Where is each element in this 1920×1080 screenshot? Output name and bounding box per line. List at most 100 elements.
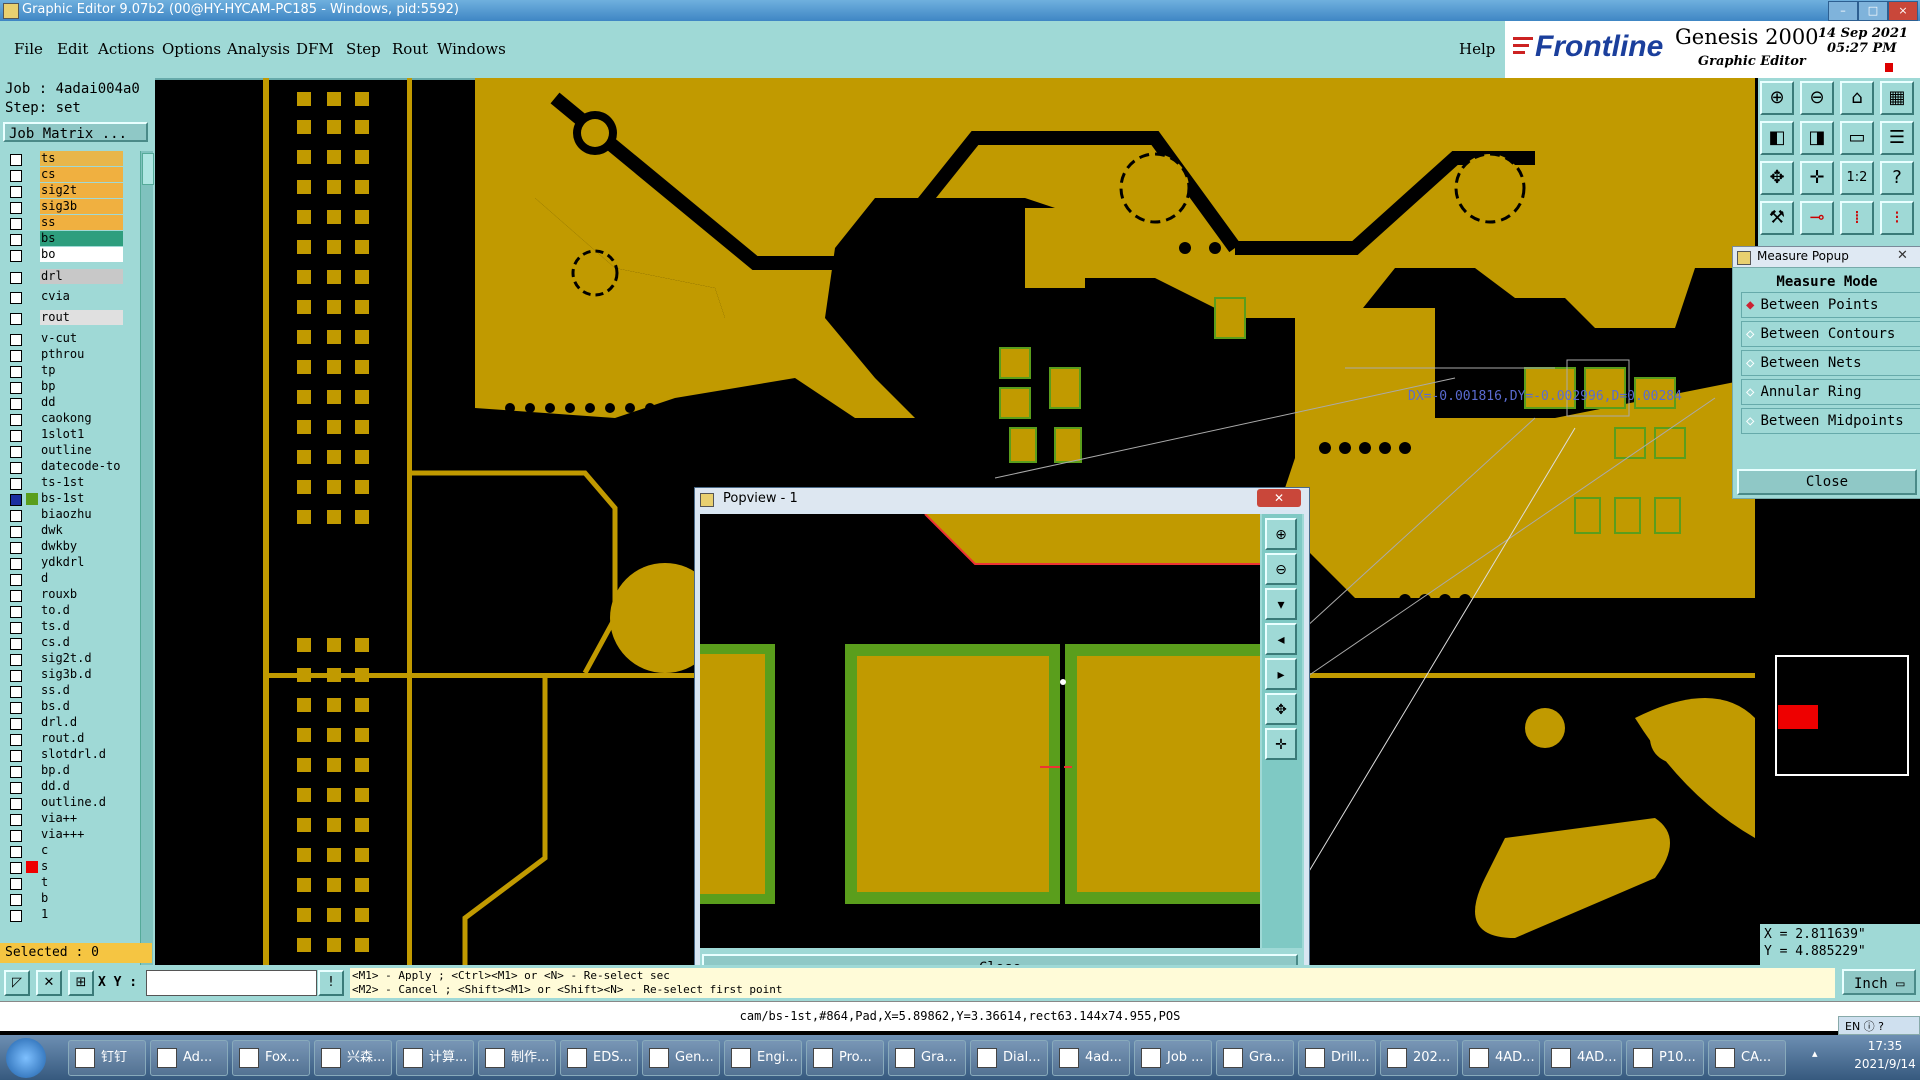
- layer-checkbox[interactable]: [10, 606, 22, 618]
- mode-annular-ring[interactable]: ◇ Annular Ring: [1741, 379, 1920, 405]
- layer-checkbox[interactable]: [10, 398, 22, 410]
- layer-checkbox[interactable]: [10, 846, 22, 858]
- layer-checkbox[interactable]: [10, 250, 22, 262]
- minimap-viewport[interactable]: [1778, 705, 1818, 729]
- layout-icon[interactable]: ☰: [1880, 121, 1914, 155]
- layer-row[interactable]: bs: [0, 231, 125, 247]
- taskbar-app[interactable]: Engi...: [724, 1040, 802, 1076]
- select-mode-icon[interactable]: ◸: [4, 970, 30, 996]
- layer-row[interactable]: rout: [0, 310, 125, 326]
- layer-row[interactable]: tp: [0, 363, 125, 379]
- layer-checkbox[interactable]: [10, 686, 22, 698]
- layer-checkbox[interactable]: [10, 558, 22, 570]
- layer-checkbox[interactable]: [10, 292, 22, 304]
- layer-checkbox[interactable]: [10, 782, 22, 794]
- layer-checkbox[interactable]: [10, 510, 22, 522]
- taskbar-app[interactable]: 兴森...: [314, 1040, 392, 1076]
- popview-pan-right-icon[interactable]: ▸: [1265, 658, 1297, 690]
- layer-checkbox[interactable]: [10, 462, 22, 474]
- layer-checkbox[interactable]: [10, 154, 22, 166]
- layer-row[interactable]: dwk: [0, 523, 125, 539]
- pan-left-icon[interactable]: ◧: [1760, 121, 1794, 155]
- layer-checkbox[interactable]: [10, 430, 22, 442]
- layer-checkbox[interactable]: [10, 478, 22, 490]
- layer-checkbox[interactable]: [10, 622, 22, 634]
- taskbar-app[interactable]: 4ad...: [1052, 1040, 1130, 1076]
- layer-row[interactable]: via+++: [0, 827, 125, 843]
- layer-row[interactable]: ts-1st: [0, 475, 125, 491]
- info-icon[interactable]: !: [318, 970, 344, 996]
- popview-zoom-out-icon[interactable]: ⊖: [1265, 553, 1297, 585]
- measure-close-button[interactable]: Close: [1737, 469, 1917, 495]
- fit-icon[interactable]: ✥: [1760, 161, 1794, 195]
- layer-row[interactable]: v-cut: [0, 331, 125, 347]
- tools-icon[interactable]: ⚒: [1760, 201, 1794, 235]
- taskbar-app[interactable]: Ad...: [150, 1040, 228, 1076]
- layer-checkbox[interactable]: [10, 670, 22, 682]
- layer-row[interactable]: ts: [0, 151, 125, 167]
- layer-checkbox[interactable]: [10, 830, 22, 842]
- layer-list-scrollbar[interactable]: [140, 151, 154, 1015]
- help-icon[interactable]: ?: [1880, 161, 1914, 195]
- layer-row[interactable]: bs-1st: [0, 491, 125, 507]
- layer-row[interactable]: sig2t.d: [0, 651, 125, 667]
- taskbar-app[interactable]: Gra...: [1216, 1040, 1294, 1076]
- cross-mode-icon[interactable]: ✕: [36, 970, 62, 996]
- taskbar-app[interactable]: Gra...: [888, 1040, 966, 1076]
- layer-checkbox[interactable]: [10, 814, 22, 826]
- layer-checkbox[interactable]: [10, 526, 22, 538]
- layer-row[interactable]: bp.d: [0, 763, 125, 779]
- menu-rout[interactable]: Rout: [392, 40, 428, 58]
- layer-checkbox[interactable]: [10, 878, 22, 890]
- menu-step[interactable]: Step: [346, 40, 381, 58]
- layer-row[interactable]: to.d: [0, 603, 125, 619]
- layer-checkbox[interactable]: [10, 654, 22, 666]
- layer-row[interactable]: rouxb: [0, 587, 125, 603]
- layer-row[interactable]: biaozhu: [0, 507, 125, 523]
- layer-checkbox[interactable]: [10, 750, 22, 762]
- minimize-button[interactable]: –: [1828, 1, 1858, 21]
- close-window-button[interactable]: ×: [1888, 1, 1918, 21]
- menu-help[interactable]: Help: [1459, 40, 1495, 58]
- mode-between-midpoints[interactable]: ◇ Between Midpoints: [1741, 408, 1920, 434]
- layer-row[interactable]: pthrou: [0, 347, 125, 363]
- menu-dfm[interactable]: DFM: [296, 40, 334, 58]
- taskbar-app[interactable]: Gen...: [642, 1040, 720, 1076]
- menu-file[interactable]: File: [14, 40, 43, 58]
- taskbar-app[interactable]: 202...: [1380, 1040, 1458, 1076]
- layer-checkbox[interactable]: [10, 202, 22, 214]
- job-matrix-button[interactable]: Job Matrix ...: [3, 122, 148, 142]
- measure-icon[interactable]: ⊸: [1800, 201, 1834, 235]
- layer-checkbox[interactable]: [10, 910, 22, 922]
- menu-windows[interactable]: Windows: [437, 40, 506, 58]
- layer-row[interactable]: c: [0, 843, 125, 859]
- layer-row[interactable]: ss: [0, 215, 125, 231]
- units-button[interactable]: Inch ▭: [1842, 969, 1916, 995]
- layer-checkbox[interactable]: [10, 366, 22, 378]
- layer-checkbox[interactable]: [10, 334, 22, 346]
- layer-checkbox[interactable]: [10, 414, 22, 426]
- grid-icon[interactable]: ▦: [1880, 81, 1914, 115]
- layer-checkbox[interactable]: [10, 313, 22, 325]
- layer-row[interactable]: cvia: [0, 289, 125, 305]
- maximize-button[interactable]: □: [1858, 1, 1888, 21]
- popview-pan-down-icon[interactable]: ▾: [1265, 588, 1297, 620]
- layer-checkbox[interactable]: [10, 170, 22, 182]
- ime-indicator[interactable]: EN ⓘ ?: [1838, 1016, 1920, 1035]
- layer-row[interactable]: dwkby: [0, 539, 125, 555]
- net-icon[interactable]: ⁝: [1880, 201, 1914, 235]
- taskbar-app[interactable]: 4AD...: [1544, 1040, 1622, 1076]
- layer-row[interactable]: s: [0, 859, 125, 875]
- layer-row[interactable]: slotdrl.d: [0, 747, 125, 763]
- layer-row[interactable]: b: [0, 891, 125, 907]
- layer-checkbox[interactable]: [10, 218, 22, 230]
- taskbar-app[interactable]: Job ...: [1134, 1040, 1212, 1076]
- board-minimap[interactable]: [1760, 620, 1920, 785]
- taskbar-app[interactable]: 钉钉: [68, 1040, 146, 1076]
- popview-center-icon[interactable]: ✛: [1265, 728, 1297, 760]
- layer-checkbox[interactable]: [10, 766, 22, 778]
- layer-row[interactable]: bs.d: [0, 699, 125, 715]
- taskbar-app[interactable]: 计算...: [396, 1040, 474, 1076]
- taskbar-app[interactable]: Pro...: [806, 1040, 884, 1076]
- layer-checkbox[interactable]: [10, 382, 22, 394]
